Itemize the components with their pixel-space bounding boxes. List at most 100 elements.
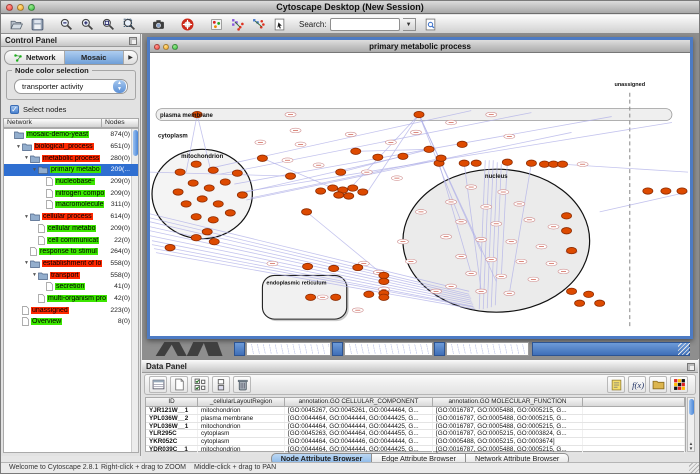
network-node[interactable] <box>208 217 218 223</box>
network-node[interactable] <box>459 160 469 166</box>
tab-scroll-right-icon[interactable]: ▶ <box>124 51 137 64</box>
background-window-fragment[interactable] <box>344 342 433 356</box>
zoom-button[interactable] <box>28 4 35 11</box>
network-node[interactable] <box>334 192 344 198</box>
network-node[interactable] <box>548 161 558 167</box>
table-cell[interactable]: mitochondrion <box>198 423 285 430</box>
select-mode-icon[interactable] <box>270 16 288 32</box>
network-node[interactable] <box>331 294 341 300</box>
background-window-titlebar[interactable] <box>332 342 343 356</box>
table-cell[interactable]: [GO:0044464, GO:0044444, GO:0044425, G..… <box>285 423 433 430</box>
heatmap-icon[interactable] <box>670 376 688 393</box>
network-node[interactable] <box>575 300 585 306</box>
new-network-from-selected-edges-icon[interactable] <box>249 16 267 32</box>
tree-column-nodes[interactable]: Nodes <box>101 118 139 128</box>
network-window-titlebar[interactable]: primary metabolic process <box>150 40 690 53</box>
tree-row-overview[interactable]: Overview8(0) <box>4 316 138 328</box>
network-node[interactable] <box>208 167 218 173</box>
background-window-titlebar[interactable] <box>234 342 245 356</box>
table-row-YLR295C[interactable]: YLR295Ccytoplasm[GO:0045263, GO:0044464,… <box>146 430 685 438</box>
network-node[interactable] <box>351 148 361 154</box>
table-cell[interactable]: cytoplasm <box>198 438 285 445</box>
tree-row-response-to-stimul[interactable]: response to stimul264(0) <box>4 246 138 258</box>
network-node[interactable] <box>225 210 235 216</box>
network-node[interactable] <box>661 188 671 194</box>
tree-row-mosaic-demo-yeast[interactable]: mosaic-demo-yeast874(0) <box>4 129 138 141</box>
column-header-2[interactable]: annotation.GO CELLULAR_COMPONENT <box>285 398 433 407</box>
network-node[interactable] <box>471 160 481 166</box>
tree-row-transport[interactable]: ▼transport558(0) <box>4 269 138 281</box>
network-node[interactable] <box>595 300 605 306</box>
network-node[interactable] <box>328 185 338 191</box>
table-cell[interactable]: [GO:0045263, GO:0044464, GO:0044455, G..… <box>285 430 433 437</box>
table-cell[interactable]: [GO:0044464, GO:0044444, GO:0044425, G..… <box>285 415 433 422</box>
tree-expander-icon[interactable]: ▼ <box>31 272 38 278</box>
network-node[interactable] <box>286 173 296 179</box>
tree-row-metabolic-process[interactable]: ▼metabolic process280(0) <box>4 152 138 164</box>
tree-row-cell-communicat[interactable]: cell communicat22(0) <box>4 234 138 246</box>
table-cell[interactable]: [GO:0016787, GO:0005488, GO:0005215, G..… <box>433 415 583 422</box>
background-window-titlebar[interactable] <box>532 342 690 356</box>
new-network-from-selected-nodes-icon[interactable] <box>228 16 246 32</box>
table-cell[interactable]: YLR295C <box>146 430 198 437</box>
network-node[interactable] <box>436 155 446 161</box>
network-node[interactable] <box>257 155 267 161</box>
notes-icon[interactable] <box>607 376 625 393</box>
table-cell[interactable]: YKR052C <box>146 438 198 445</box>
network-edge[interactable] <box>600 192 688 212</box>
table-row-YJR121W__1[interactable]: YJR121W__1mitochondrion[GO:0045267, GO:0… <box>146 407 685 415</box>
tree-row-secretion[interactable]: secretion41(0) <box>4 281 138 293</box>
table-cell[interactable]: YPL036W__2 <box>146 415 198 422</box>
table-scrollbar[interactable]: ▲▼ <box>687 397 695 452</box>
close-button[interactable] <box>6 4 13 11</box>
network-node[interactable] <box>567 247 577 253</box>
column-header-0[interactable]: ID <box>146 398 198 407</box>
table-row-YKR052C[interactable]: YKR052Ccytoplasm[GO:0044464, GO:0044446,… <box>146 438 685 446</box>
tree-row-primary-metabo[interactable]: ▼primary metabo209(... <box>4 164 138 176</box>
table-cell[interactable]: [GO:0016787, GO:0005488, GO:0005215, G..… <box>433 423 583 430</box>
network-node[interactable] <box>353 264 363 270</box>
table-cell[interactable]: [GO:0005488, GO:0005215, GO:0003674] <box>433 438 583 445</box>
column-header-3[interactable]: annotation.GO MOLECULAR_FUNCTION <box>433 398 583 407</box>
select-attributes-icon[interactable] <box>149 376 167 393</box>
formula-builder-icon[interactable]: f(x) <box>628 376 646 393</box>
network-node[interactable] <box>336 169 346 175</box>
table-cell[interactable]: mitochondrion <box>198 407 285 414</box>
network-node[interactable] <box>379 272 389 278</box>
minimize-button[interactable] <box>17 4 24 11</box>
network-node[interactable] <box>191 161 201 167</box>
table-cell[interactable]: [GO:0016787, GO:0005488, GO:0005215, G..… <box>433 446 583 453</box>
network-node[interactable] <box>213 201 223 207</box>
network-node[interactable] <box>237 192 247 198</box>
tab-network[interactable]: Network <box>5 51 65 64</box>
table-cell[interactable]: cytoplasm <box>198 430 285 437</box>
zoom-in-icon[interactable] <box>78 16 96 32</box>
delete-attribute-icon[interactable] <box>233 376 251 393</box>
network-node[interactable] <box>191 214 201 220</box>
network-node[interactable] <box>502 159 512 165</box>
network-node[interactable] <box>558 161 568 167</box>
network-node[interactable] <box>358 189 368 195</box>
network-node[interactable] <box>232 170 242 176</box>
table-row-YPL036W__1[interactable]: YPL036W__1mitochondrion[GO:0044464, GO:0… <box>146 423 685 431</box>
tree-expander-icon[interactable]: ▼ <box>23 155 30 161</box>
background-window-fragment[interactable] <box>446 342 529 356</box>
import-attributes-icon[interactable] <box>649 376 667 393</box>
network-node[interactable] <box>329 265 339 271</box>
tree-row-establishment-of-lo[interactable]: ▼establishment of lo558(0) <box>4 258 138 270</box>
network-node[interactable] <box>188 180 198 186</box>
tree-row-nucleobase-[interactable]: nucleobase-209(0) <box>4 176 138 188</box>
search-dropdown-button[interactable]: ▼ <box>403 18 416 31</box>
network-node[interactable] <box>165 244 175 250</box>
tree-row-macromolecule[interactable]: macromolecule311(0) <box>4 199 138 211</box>
new-attribute-icon[interactable] <box>170 376 188 393</box>
batch-edit-attributes-icon[interactable] <box>191 376 209 393</box>
float-panel-icon[interactable] <box>129 37 137 45</box>
network-node[interactable] <box>204 185 214 191</box>
table-scrollbar-thumb[interactable] <box>689 399 694 415</box>
network-node[interactable] <box>584 291 594 297</box>
table-cell[interactable]: mitochondrion <box>198 446 285 453</box>
network-node[interactable] <box>202 229 212 235</box>
table-cell[interactable]: [GO:0044464, GO:0044446, GO:0044444, G..… <box>285 438 433 445</box>
network-node[interactable] <box>643 188 653 194</box>
